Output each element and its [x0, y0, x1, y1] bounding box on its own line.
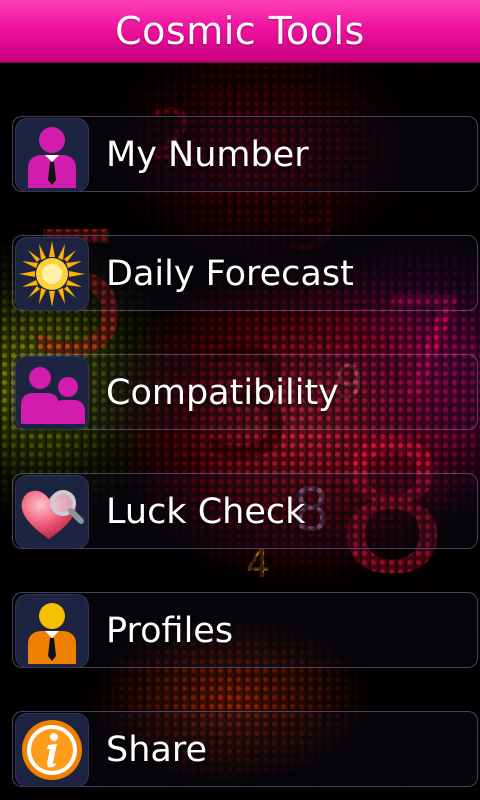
menu-item-my-number[interactable]: My Number — [12, 116, 478, 192]
person-magenta-icon — [15, 118, 89, 192]
menu-item-label: Compatibility — [106, 373, 339, 413]
two-people-icon — [15, 356, 89, 430]
sun-icon — [15, 237, 89, 311]
heart-magnifier-icon — [15, 475, 89, 549]
menu-item-label: Daily Forecast — [106, 254, 354, 294]
menu-item-profiles[interactable]: Profiles — [12, 592, 478, 668]
menu-item-luck-check[interactable]: Luck Check — [12, 473, 478, 549]
menu-item-label: My Number — [106, 135, 309, 175]
title-bar: Cosmic Tools — [0, 0, 480, 63]
info-icon — [15, 713, 89, 787]
page-title: Cosmic Tools — [115, 9, 365, 53]
menu-item-compatibility[interactable]: Compatibility — [12, 354, 478, 430]
menu-item-share[interactable]: Share — [12, 711, 478, 787]
app-screen: 2 9 5 9 7 3 8 8 4 Cosmic Tools My Number — [0, 0, 480, 800]
person-orange-icon — [15, 594, 89, 668]
menu-item-daily-forecast[interactable]: Daily Forecast — [12, 235, 478, 311]
menu-item-label: Profiles — [106, 611, 234, 651]
menu-item-label: Share — [106, 730, 208, 770]
menu-item-label: Luck Check — [106, 492, 306, 532]
